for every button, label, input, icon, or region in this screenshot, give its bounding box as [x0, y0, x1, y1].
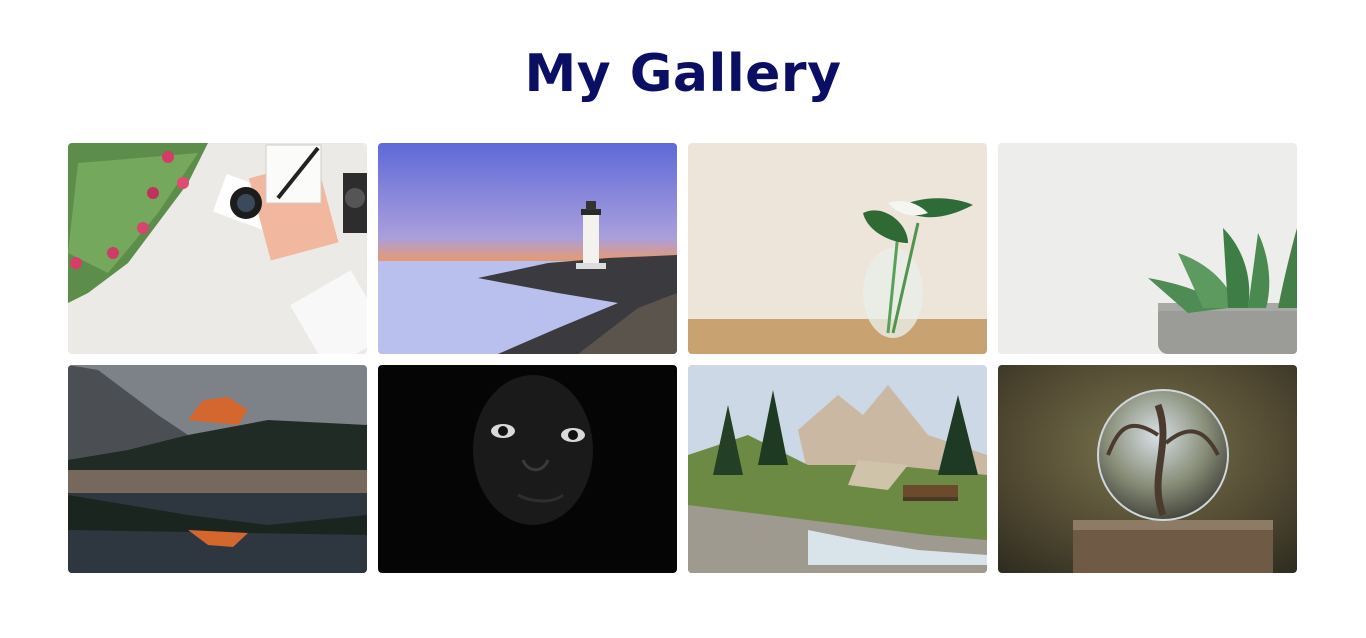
- gallery-image-mountain-lake[interactable]: [68, 365, 367, 573]
- gallery-image-lighthouse[interactable]: [378, 143, 677, 354]
- page-title: My Gallery: [524, 44, 842, 104]
- gallery-image-alpine-stream[interactable]: [688, 365, 987, 573]
- gallery-image-crystal-ball[interactable]: [998, 365, 1297, 573]
- gallery-image-dark-portrait[interactable]: [378, 365, 677, 573]
- gallery-image-plant-vase[interactable]: [688, 143, 987, 354]
- gallery-image-desk-flatlay[interactable]: [68, 143, 367, 354]
- gallery-image-succulent[interactable]: [998, 143, 1297, 354]
- gallery-grid: [68, 143, 1298, 573]
